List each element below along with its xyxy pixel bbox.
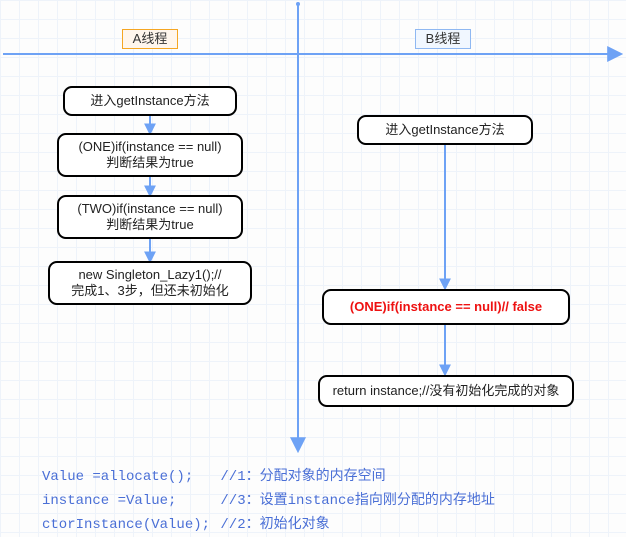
node-a-step4-line2: 完成1、3步，但还未初始化 bbox=[71, 283, 228, 299]
node-a-step4-line1: new Singleton_Lazy1();// bbox=[78, 267, 221, 283]
node-a-step3: (TWO)if(instance == null) 判断结果为true bbox=[57, 195, 243, 239]
note-line-3: ctorInstance(Value); //2：初始化对象 bbox=[42, 513, 495, 537]
note-1-code: Value =allocate(); bbox=[42, 465, 212, 489]
node-a-step3-line2: 判断结果为true bbox=[106, 217, 193, 233]
node-b-step2-text: (ONE)if(instance == null)// false bbox=[350, 299, 542, 315]
node-a-step1-text: 进入getInstance方法 bbox=[90, 93, 209, 109]
note-3-comment: //2：初始化对象 bbox=[220, 517, 329, 533]
node-a-step4: new Singleton_Lazy1();// 完成1、3步，但还未初始化 bbox=[48, 261, 252, 305]
node-a-step2-line2: 判断结果为true bbox=[106, 155, 193, 171]
node-b-step2: (ONE)if(instance == null)// false bbox=[322, 289, 570, 325]
note-1-comment: //1：分配对象的内存空间 bbox=[220, 469, 385, 485]
node-b-step3-text: return instance;//没有初始化完成的对象 bbox=[333, 383, 560, 399]
note-3-code: ctorInstance(Value); bbox=[42, 513, 212, 537]
column-a-header: A线程 bbox=[122, 29, 178, 49]
node-b-step3: return instance;//没有初始化完成的对象 bbox=[318, 375, 574, 407]
node-b-step1: 进入getInstance方法 bbox=[357, 115, 533, 145]
note-line-1: Value =allocate(); //1：分配对象的内存空间 bbox=[42, 465, 495, 489]
node-b-step1-text: 进入getInstance方法 bbox=[385, 122, 504, 138]
note-line-2: instance =Value; //3：设置instance指向刚分配的内存地… bbox=[42, 489, 495, 513]
note-2-code: instance =Value; bbox=[42, 489, 212, 513]
note-2-comment: //3：设置instance指向刚分配的内存地址 bbox=[220, 493, 494, 509]
node-a-step3-line1: (TWO)if(instance == null) bbox=[77, 201, 222, 217]
node-a-step1: 进入getInstance方法 bbox=[63, 86, 237, 116]
node-a-step2-line1: (ONE)if(instance == null) bbox=[78, 139, 221, 155]
column-b-header: B线程 bbox=[415, 29, 471, 49]
node-a-step2: (ONE)if(instance == null) 判断结果为true bbox=[57, 133, 243, 177]
reorder-notes: Value =allocate(); //1：分配对象的内存空间 instanc… bbox=[42, 465, 495, 537]
